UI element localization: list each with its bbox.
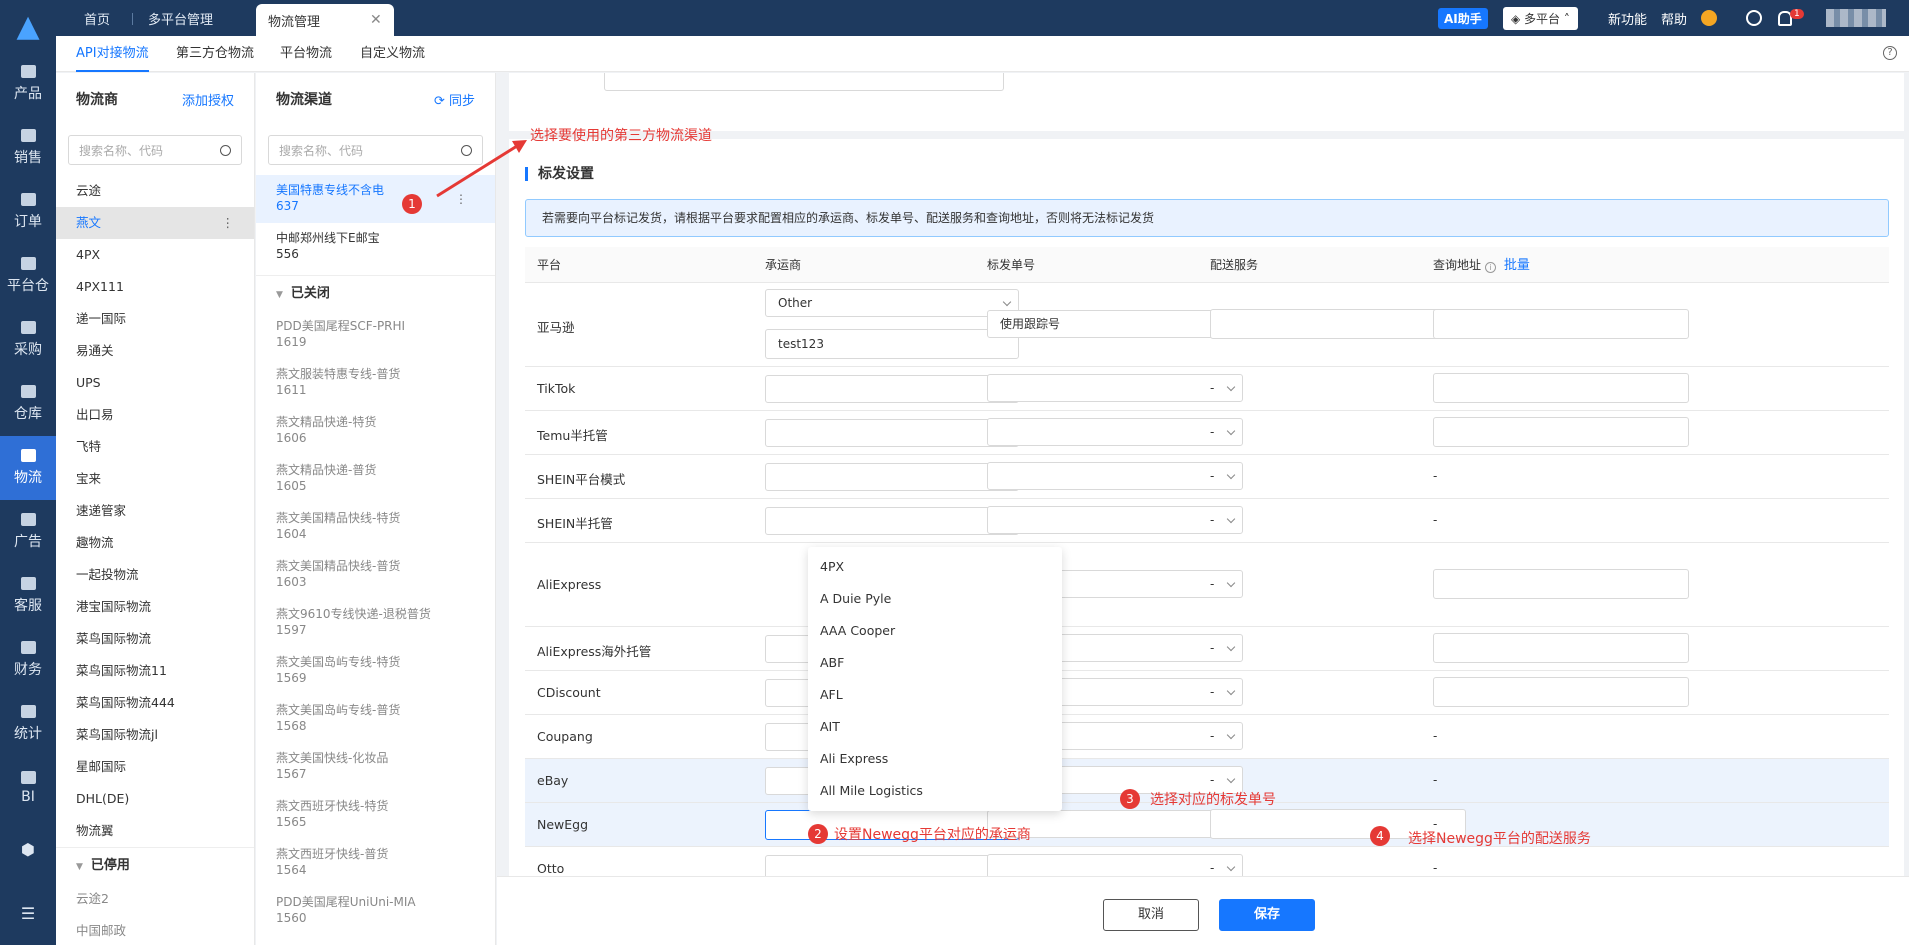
annotation-text-3: 选择对应的标发单号 bbox=[1150, 792, 1276, 808]
save-button[interactable]: 保存 bbox=[1219, 899, 1315, 931]
annotation-text-2: 设置Newegg平台对应的承运商 bbox=[834, 827, 1031, 843]
annotation-badge-4: 4 bbox=[1370, 826, 1390, 846]
annotation-text-4: 选择Newegg平台的配送服务 bbox=[1408, 831, 1591, 847]
footer-bar: 取消 保存 bbox=[497, 876, 1909, 945]
annotation-text-1: 选择要使用的第三方物流渠道 bbox=[530, 128, 712, 144]
annotation-badge-2: 2 bbox=[808, 824, 828, 844]
cancel-button[interactable]: 取消 bbox=[1103, 899, 1199, 931]
annotation-badge-1: 1 bbox=[402, 194, 422, 214]
annotation-arrow bbox=[436, 140, 527, 198]
annotation-badge-3: 3 bbox=[1120, 789, 1140, 809]
